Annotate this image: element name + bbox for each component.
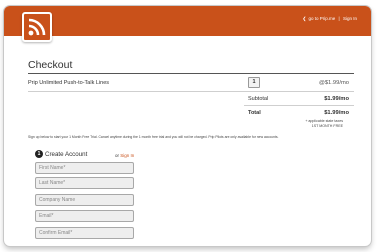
subtotal-divider — [244, 105, 354, 106]
total-value: $1.99/mo — [324, 110, 349, 116]
last-name-field[interactable] — [35, 177, 134, 189]
line-item-price: @$1.99/mo — [318, 80, 349, 86]
total-notes: + applicable state taxes 1ST MONTH FREE — [305, 119, 343, 128]
create-account-heading: Create Account — [45, 151, 88, 158]
line-item-divider — [28, 91, 354, 92]
header-links: ❮ go to Prip.me | Sign In — [302, 16, 357, 22]
account-signin-link[interactable]: Sign In — [120, 153, 134, 158]
subtotal-label: Subtotal — [248, 96, 269, 102]
link-separator: | — [338, 16, 340, 21]
confirm-email-field[interactable] — [35, 227, 134, 239]
or-signin: or Sign In — [115, 153, 134, 158]
rss-feed-icon — [28, 18, 46, 36]
email-field[interactable] — [35, 210, 134, 222]
step-number-badge: 1 — [35, 150, 43, 158]
company-name-field[interactable] — [35, 194, 134, 206]
go-to-prip-link[interactable]: go to Prip.me — [309, 16, 336, 21]
title-divider — [28, 73, 354, 74]
total-label: Total — [248, 110, 261, 116]
first-name-field[interactable] — [35, 162, 134, 174]
trial-disclaimer: Sign up below to start your 1 Month Free… — [28, 135, 279, 139]
free-month-note: 1ST MONTH FREE — [311, 123, 343, 128]
top-bar: ❮ go to Prip.me | Sign In — [4, 6, 371, 36]
line-item-name: Prip Unlimited Push-to-Talk Lines — [28, 80, 110, 86]
subtotal-value: $1.99/mo — [324, 96, 349, 102]
or-text: or — [115, 153, 120, 158]
prip-logo[interactable] — [22, 12, 52, 42]
tax-note: + applicable state taxes — [305, 119, 343, 123]
browser-frame: ❮ go to Prip.me | Sign In Checkout Prip … — [4, 6, 371, 246]
quantity-box[interactable]: 1 — [248, 77, 260, 88]
chevron-left-icon: ❮ — [302, 16, 307, 21]
page-title: Checkout — [28, 59, 73, 71]
header-signin-link[interactable]: Sign In — [343, 16, 357, 21]
